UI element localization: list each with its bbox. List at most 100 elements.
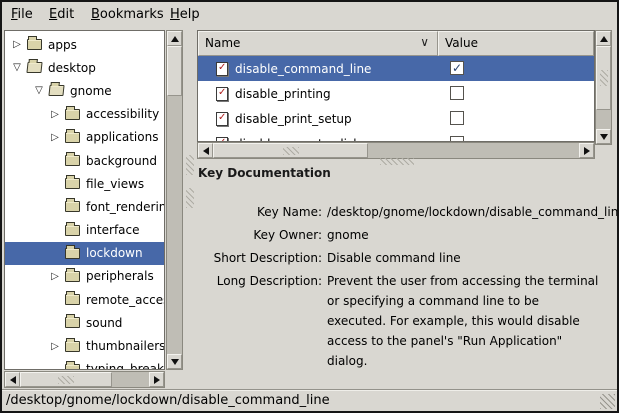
- menu-bookmarks[interactable]: Bookmarks: [91, 7, 164, 22]
- tree-vertical-scrollbar[interactable]: [166, 30, 183, 370]
- up-arrow-icon: [171, 36, 179, 42]
- tree-item-thumbnailers[interactable]: ▷ thumbnailers: [5, 334, 164, 357]
- scroll-down-button[interactable]: [596, 129, 611, 144]
- tree-item-label: lockdown: [86, 246, 143, 260]
- expander-collapsed-icon[interactable]: ▷: [45, 109, 65, 120]
- tree-item-typing-break[interactable]: typing_break: [5, 358, 164, 370]
- key-name-label: disable_command_line: [235, 62, 371, 76]
- tree-item-label: font_rendering: [86, 200, 165, 214]
- boolean-key-icon: ✓: [216, 62, 228, 76]
- scroll-right-button[interactable]: [579, 143, 594, 158]
- column-header-label: Value: [445, 36, 478, 50]
- expander-collapsed-icon[interactable]: ▷: [45, 271, 65, 282]
- tree-item-peripherals[interactable]: ▷ peripherals: [5, 265, 164, 288]
- scrollbar-thumb[interactable]: [213, 143, 368, 158]
- menu-file[interactable]: File: [11, 7, 33, 22]
- scroll-down-button[interactable]: [167, 354, 182, 369]
- tree-item-font-rendering[interactable]: font_rendering: [5, 195, 164, 218]
- tree-item-desktop[interactable]: ▽ desktop: [5, 56, 164, 79]
- menu-help[interactable]: Help: [170, 7, 200, 22]
- scroll-up-button[interactable]: [596, 31, 611, 46]
- menu-bookmarks-mnemonic: B: [91, 7, 100, 22]
- list-horizontal-scrollbar[interactable]: [197, 142, 595, 159]
- tree-item-label: apps: [48, 38, 77, 52]
- tree-item-label: thumbnailers: [86, 339, 165, 353]
- tree-item-label: desktop: [48, 61, 96, 75]
- tree-item-label: accessibility: [86, 107, 159, 121]
- expander-open-icon[interactable]: ▽: [7, 62, 27, 73]
- folder-icon: [65, 364, 80, 370]
- thumb-grip: [600, 70, 608, 86]
- column-header-label: Name: [205, 36, 240, 50]
- folder-icon: [65, 155, 80, 166]
- boolean-key-icon: ✓: [216, 87, 228, 101]
- up-arrow-icon: [600, 36, 608, 42]
- sort-indicator-icon[interactable]: ∨: [420, 35, 429, 49]
- scrollbar-thumb[interactable]: [20, 372, 112, 387]
- tree-item-label: remote_access: [86, 293, 165, 307]
- long-description-field-value: Prevent the user from accessing the term…: [327, 271, 599, 371]
- tree-item-lockdown-selected[interactable]: lockdown: [5, 242, 164, 265]
- long-description-field-label: Long Description:: [197, 271, 327, 371]
- horizontal-splitter[interactable]: [380, 158, 414, 165]
- tree-item-sound[interactable]: sound: [5, 311, 164, 334]
- folder-icon: [65, 317, 80, 328]
- thumb-grip: [283, 147, 299, 155]
- key-name-label: disable_print_setup: [235, 112, 352, 126]
- key-check-glyph: ✓: [218, 112, 226, 123]
- resize-grip[interactable]: [600, 394, 615, 409]
- scroll-left-button[interactable]: [5, 372, 20, 387]
- list-vertical-scrollbar[interactable]: [595, 30, 612, 145]
- scroll-left-button[interactable]: [198, 143, 213, 158]
- value-checkbox-checked[interactable]: ✓: [450, 61, 464, 75]
- scrollbar-thumb[interactable]: [596, 46, 611, 110]
- statusbar-path: /desktop/gnome/lockdown/disable_command_…: [6, 393, 330, 408]
- expander-collapsed-icon[interactable]: ▷: [45, 132, 65, 143]
- checkmark-icon: ✓: [452, 62, 462, 74]
- key-check-glyph: ✓: [218, 87, 226, 98]
- list-row-disable-printing[interactable]: ✓ disable_printing ✓: [198, 81, 594, 106]
- scrollbar-thumb[interactable]: [167, 46, 182, 96]
- menu-edit[interactable]: Edit: [49, 7, 74, 22]
- folder-icon: [65, 201, 80, 212]
- vertical-splitter[interactable]: [183, 30, 197, 389]
- menu-help-mnemonic: H: [170, 7, 180, 22]
- tree-item-remote-access[interactable]: remote_access: [5, 288, 164, 311]
- value-checkbox-unchecked[interactable]: ✓: [450, 86, 464, 100]
- tree-item-apps[interactable]: ▷ apps: [5, 33, 164, 56]
- scroll-up-button[interactable]: [167, 31, 182, 46]
- value-checkbox-unchecked[interactable]: ✓: [450, 111, 464, 125]
- list-row-disable-save-to-disk[interactable]: ✓ disable_save_to_disk ✓: [198, 131, 594, 142]
- expander-open-icon[interactable]: ▽: [29, 85, 49, 96]
- key-check-glyph: ✓: [218, 62, 226, 73]
- key-documentation-fields: Key Name: /desktop/gnome/lockdown/disabl…: [197, 202, 601, 371]
- tree-item-label: background: [86, 154, 157, 168]
- folder-icon: [65, 341, 80, 352]
- folder-icon: [65, 225, 80, 236]
- tree-item-file-views[interactable]: file_views: [5, 172, 164, 195]
- tree-item-label: typing_break: [86, 362, 164, 370]
- key-owner-field-label: Key Owner:: [197, 225, 327, 245]
- left-arrow-icon: [203, 147, 209, 155]
- thumb-grip: [58, 376, 74, 384]
- list-row-disable-print-setup[interactable]: ✓ disable_print_setup ✓: [198, 106, 594, 131]
- tree-item-gnome[interactable]: ▽ gnome: [5, 79, 164, 102]
- tree-item-label: peripherals: [86, 269, 154, 283]
- tree-item-applications[interactable]: ▷ applications: [5, 126, 164, 149]
- tree-item-accessibility[interactable]: ▷ accessibility: [5, 103, 164, 126]
- tree-horizontal-scrollbar[interactable]: [4, 371, 165, 388]
- gconf-editor-window: File Edit Bookmarks Help ▷ apps ▽ deskto…: [0, 0, 619, 413]
- scroll-right-button[interactable]: [149, 372, 164, 387]
- menu-edit-label: dit: [57, 7, 74, 22]
- expander-collapsed-icon[interactable]: ▷: [45, 341, 65, 352]
- column-header-value[interactable]: Value: [438, 31, 594, 56]
- right-arrow-icon: [584, 147, 590, 155]
- expander-collapsed-icon[interactable]: ▷: [7, 39, 27, 50]
- column-header-name[interactable]: Name ∨: [198, 31, 438, 56]
- list-row-disable-command-line-selected[interactable]: ✓ disable_command_line ✓: [198, 56, 594, 81]
- down-arrow-icon: [600, 134, 608, 140]
- tree-item-background[interactable]: background: [5, 149, 164, 172]
- tree-item-interface[interactable]: interface: [5, 219, 164, 242]
- menubar: File Edit Bookmarks Help: [2, 2, 617, 28]
- key-name-field-label: Key Name:: [197, 202, 327, 222]
